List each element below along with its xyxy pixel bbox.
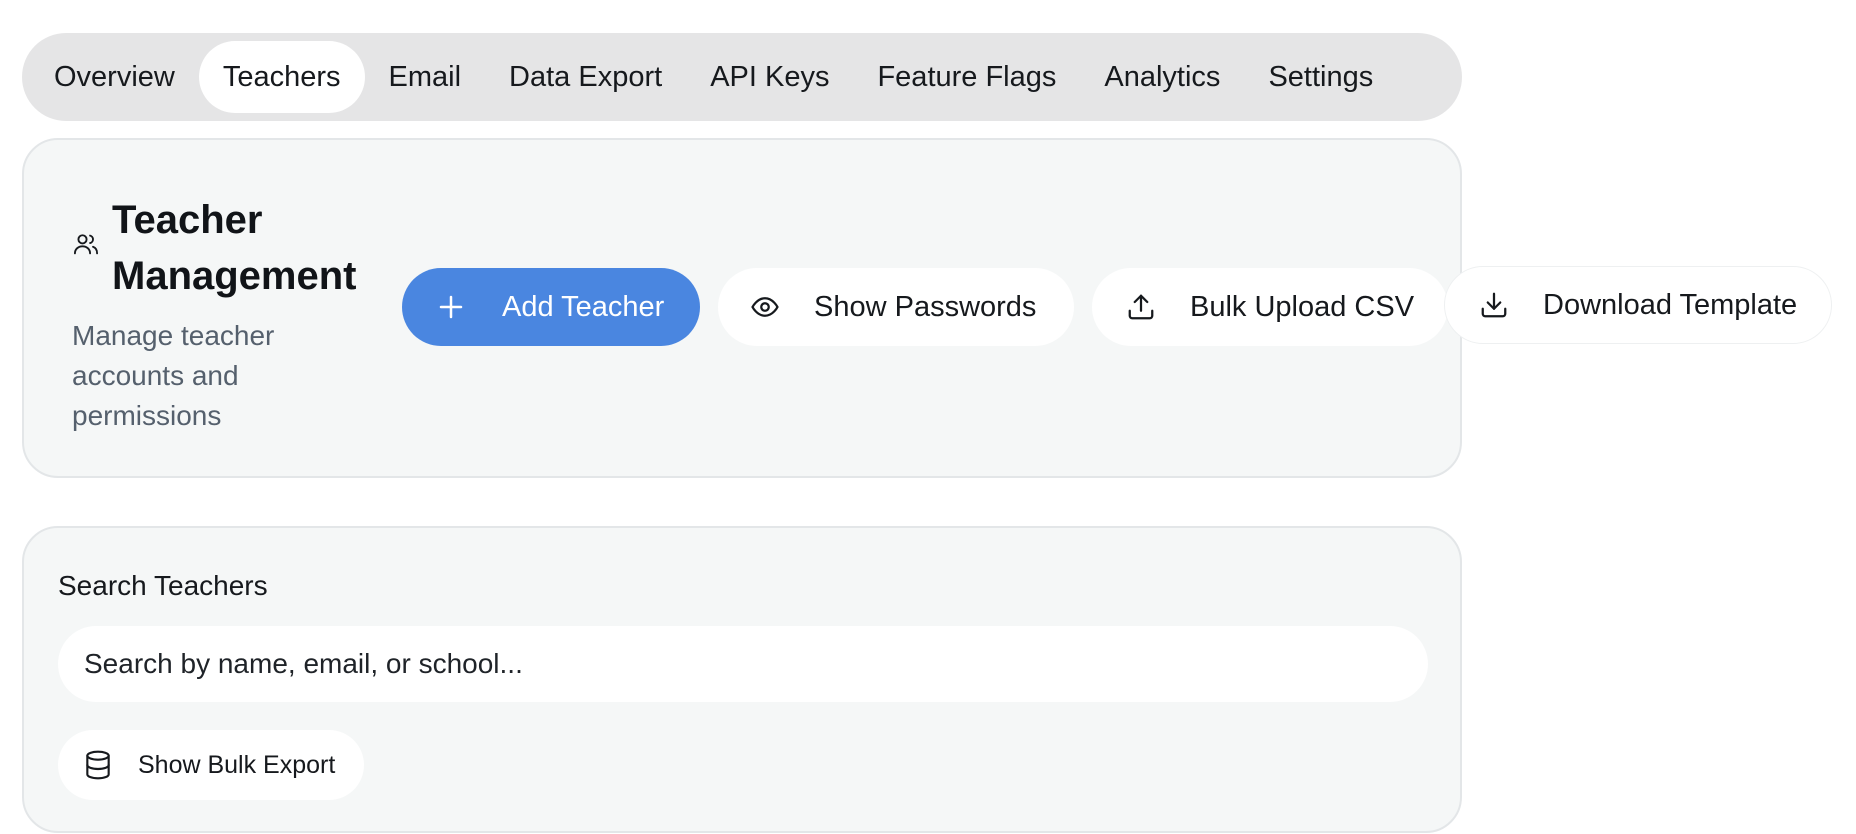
show-bulk-export-button[interactable]: Show Bulk Export [58, 730, 364, 800]
tab-overview[interactable]: Overview [30, 41, 199, 113]
download-template-button[interactable]: Download Template [1444, 266, 1832, 344]
add-teacher-button[interactable]: Add Teacher [402, 268, 700, 346]
database-icon [86, 750, 110, 780]
plus-icon [439, 295, 463, 319]
show-passwords-button[interactable]: Show Passwords [718, 268, 1074, 346]
page-title: Teacher Management [112, 198, 357, 298]
search-input[interactable] [58, 626, 1428, 702]
bulk-upload-label: Bulk Upload CSV [1190, 290, 1415, 323]
add-teacher-label: Add Teacher [502, 290, 665, 323]
tab-email[interactable]: Email [365, 41, 486, 113]
search-card: Search Teachers Show Bulk Export [22, 526, 1462, 833]
tab-analytics[interactable]: Analytics [1080, 41, 1244, 113]
eye-icon [751, 297, 779, 317]
page-subtitle: Manage teacher accounts and permissions [72, 320, 275, 431]
tab-feature-flags[interactable]: Feature Flags [853, 41, 1080, 113]
tab-bar: Overview Teachers Email Data Export API … [22, 33, 1462, 121]
tab-teachers[interactable]: Teachers [198, 41, 365, 113]
teacher-management-card: Teacher Management Manage teacher accoun… [22, 138, 1462, 478]
upload-icon [1128, 294, 1154, 320]
tab-data-export[interactable]: Data Export [485, 41, 686, 113]
show-bulk-export-label: Show Bulk Export [138, 750, 336, 779]
tab-settings[interactable]: Settings [1244, 41, 1397, 113]
bulk-upload-csv-button[interactable]: Bulk Upload CSV [1092, 268, 1448, 346]
search-label: Search Teachers [58, 570, 268, 601]
show-passwords-label: Show Passwords [814, 290, 1037, 323]
title-block: Teacher Management Manage teacher accoun… [72, 192, 372, 436]
download-template-label: Download Template [1543, 288, 1798, 321]
tab-api-keys[interactable]: API Keys [686, 41, 853, 113]
users-icon [73, 234, 99, 255]
download-icon [1481, 292, 1507, 318]
